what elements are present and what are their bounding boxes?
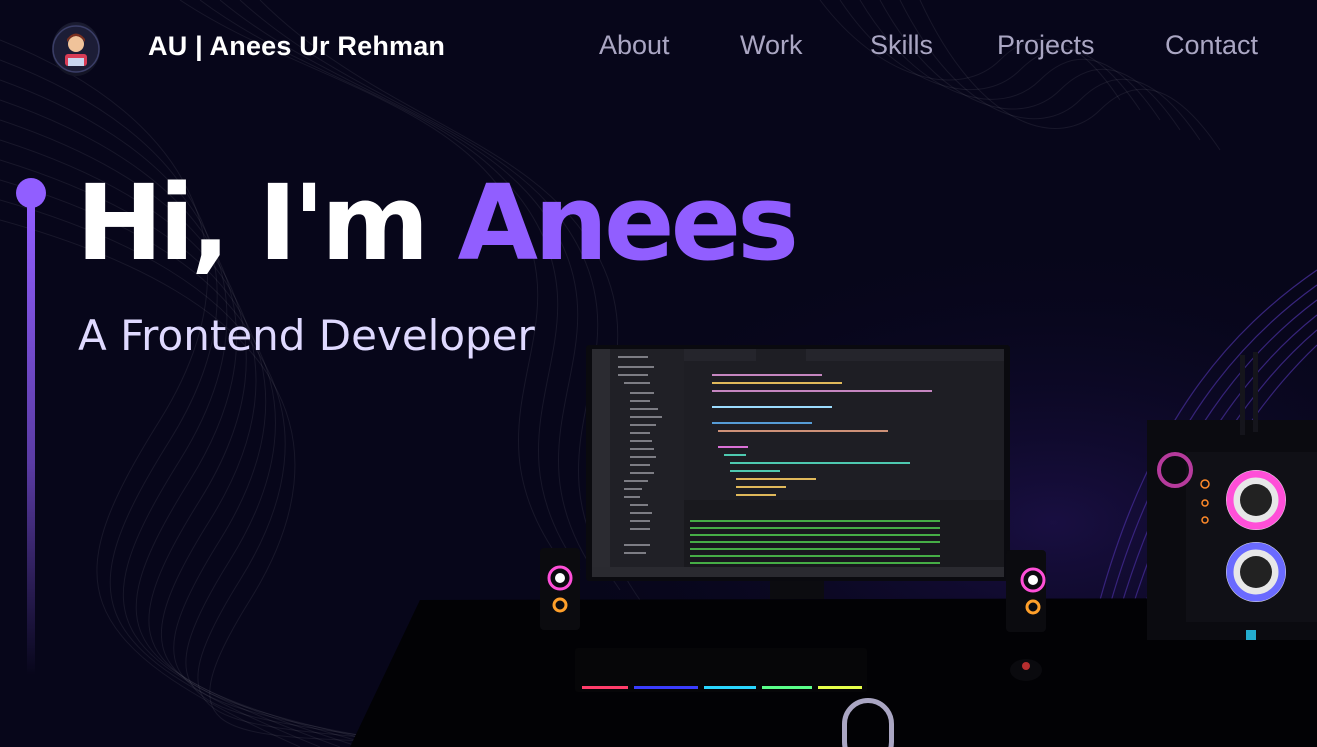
hero-heading: Hi, I'm Anees [76,162,799,284]
navbar: AU | Anees Ur Rehman About Work Skills P… [0,0,1317,96]
hero-name: Anees [457,162,799,284]
nav-link-about[interactable]: About [599,30,670,61]
nav-link-projects[interactable]: Projects [997,30,1095,61]
timeline-dot [16,178,46,208]
brand-name[interactable]: AU | Anees Ur Rehman [148,31,445,62]
nav-link-contact[interactable]: Contact [1165,30,1258,61]
desktop-pc-3d-scene[interactable] [0,340,1317,747]
avatar-logo-icon[interactable] [52,22,100,76]
nav-link-skills[interactable]: Skills [870,30,933,61]
scroll-indicator-icon[interactable] [842,698,894,747]
nav-link-work[interactable]: Work [740,30,803,61]
hero-greeting: Hi, I'm [76,162,458,284]
